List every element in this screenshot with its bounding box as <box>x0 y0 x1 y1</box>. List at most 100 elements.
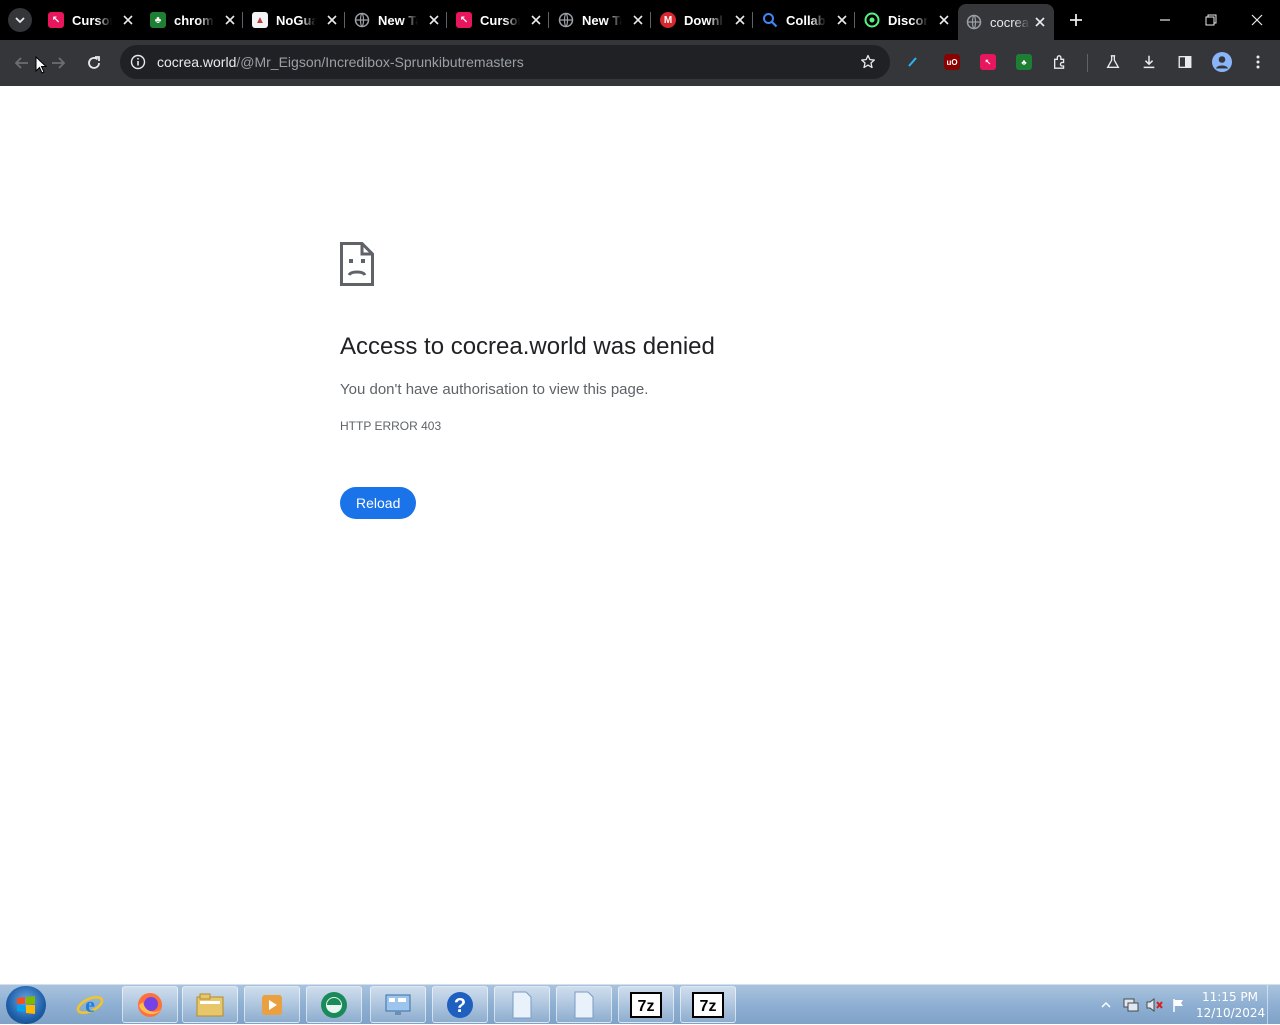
action-center-flag-icon[interactable] <box>1171 997 1187 1013</box>
document-icon <box>512 991 532 1018</box>
profile-avatar-icon[interactable] <box>1212 52 1232 72</box>
tab-cocrea-active[interactable]: cocrea.world <box>958 4 1054 40</box>
plus-icon <box>1070 14 1082 26</box>
start-button[interactable] <box>6 986 46 1024</box>
arrow-right-icon <box>52 57 66 69</box>
tab-download[interactable]: M Download <box>652 4 754 36</box>
reload-button[interactable]: Reload <box>340 487 417 519</box>
show-desktop-button[interactable] <box>1267 985 1280 1025</box>
reload-toolbar-button[interactable] <box>82 51 106 75</box>
chevron-down-icon <box>15 17 25 24</box>
puzzle-favicon-icon: ♣ <box>150 12 166 28</box>
volume-muted-icon[interactable] <box>1145 997 1165 1013</box>
tray-expand-icon[interactable] <box>1101 1001 1111 1009</box>
forward-button[interactable] <box>46 51 70 75</box>
close-icon[interactable] <box>936 12 952 28</box>
info-icon[interactable] <box>130 54 146 70</box>
tab-cursor-2[interactable]: ↖ Cursor <box>448 4 550 36</box>
tab-title: Download <box>684 12 724 28</box>
close-icon[interactable] <box>630 12 646 28</box>
help-icon: ? <box>447 991 473 1018</box>
taskbar-7zip-2[interactable]: 7z <box>680 986 736 1023</box>
windows-taskbar: e ? 7z 7z 11:15 PM 12/10/2024 <box>0 984 1280 1025</box>
firefox-icon <box>138 992 162 1017</box>
tab-cursor-1[interactable]: ↖ Cursor <box>40 4 142 36</box>
close-icon[interactable] <box>834 12 850 28</box>
cursor-extension-icon[interactable]: ↖ <box>980 54 996 70</box>
url-path: /@Mr_Eigson/Incredibox-Sprunkibutremaste… <box>236 54 524 70</box>
arrow-left-icon <box>14 57 28 69</box>
taskbar-media-player[interactable] <box>244 986 300 1023</box>
ublock-extension-icon[interactable]: uO <box>944 54 960 70</box>
document-icon <box>574 991 594 1018</box>
tab-strip: ↖ Cursor ♣ chrome ▲ NoGuardian New Tab ↖… <box>0 0 1280 40</box>
tab-chrome[interactable]: ♣ chrome <box>142 4 244 36</box>
extensions-icon[interactable] <box>1052 54 1068 70</box>
7zip-icon: 7z <box>692 991 724 1018</box>
close-icon[interactable] <box>324 12 340 28</box>
back-button[interactable] <box>10 51 34 75</box>
puzzle-green-extension-icon[interactable]: ♣ <box>1016 54 1032 70</box>
tab-title: Discord <box>888 12 928 28</box>
taskbar-firefox[interactable] <box>122 986 178 1023</box>
discord-favicon-icon <box>864 12 880 28</box>
url-host: cocrea.world <box>157 54 237 70</box>
labs-flask-icon[interactable] <box>1105 54 1121 70</box>
browser-app-icon <box>321 991 347 1018</box>
tab-noguardian[interactable]: ▲ NoGuardian <box>244 4 346 36</box>
taskbar-7zip-1[interactable]: 7z <box>618 986 674 1023</box>
taskbar-document-2[interactable] <box>556 986 612 1023</box>
tab-separator <box>752 12 753 28</box>
folder-icon <box>196 993 224 1016</box>
tab-title: Cursor <box>480 12 520 28</box>
close-icon[interactable] <box>120 12 136 28</box>
address-bar[interactable]: cocrea.world/@Mr_Eigson/Incredibox-Sprun… <box>120 45 890 79</box>
system-clock[interactable]: 11:15 PM 12/10/2024 <box>1196 989 1266 1021</box>
toolbar-divider <box>1087 54 1088 72</box>
star-icon[interactable] <box>860 54 876 70</box>
taskbar-chrome-app[interactable] <box>306 986 362 1023</box>
tab-new-tab-2[interactable]: New Tab <box>550 4 652 36</box>
pen-extension-icon[interactable] <box>905 54 921 70</box>
globe-favicon-icon <box>966 14 982 30</box>
svg-text:7z: 7z <box>638 998 655 1015</box>
tab-title: cocrea.world <box>990 14 1030 30</box>
tab-search-button[interactable] <box>8 8 32 32</box>
cursor-favicon-icon: ↖ <box>456 12 472 28</box>
more-menu-icon[interactable] <box>1250 54 1266 70</box>
close-icon[interactable] <box>426 12 442 28</box>
clock-time: 11:15 PM <box>1202 990 1258 1004</box>
taskbar-help[interactable]: ? <box>432 986 488 1023</box>
close-icon[interactable] <box>1032 14 1048 30</box>
tab-new-tab-1[interactable]: New Tab <box>346 4 448 36</box>
error-page: Access to cocrea.world was denied You do… <box>0 86 1280 984</box>
side-panel-icon[interactable] <box>1177 54 1193 70</box>
error-description: You don't have authorisation to view thi… <box>340 381 649 398</box>
close-icon[interactable] <box>732 12 748 28</box>
tab-discord[interactable]: Discord <box>856 4 958 36</box>
tab-title: chrome <box>174 12 214 28</box>
taskbar-document-1[interactable] <box>494 986 550 1023</box>
svg-text:e: e <box>85 992 95 1017</box>
tab-separator <box>344 12 345 28</box>
tab-collab[interactable]: Collab <box>754 4 856 36</box>
taskbar-control-panel[interactable] <box>370 986 426 1023</box>
taskbar-file-explorer[interactable] <box>182 986 238 1023</box>
network-icon[interactable] <box>1122 997 1140 1013</box>
tab-separator <box>854 12 855 28</box>
noguardian-favicon-icon: ▲ <box>252 12 268 28</box>
new-tab-button[interactable] <box>1064 8 1088 32</box>
clock-date: 12/10/2024 <box>1196 1006 1266 1020</box>
reload-icon <box>88 56 100 69</box>
sad-file-icon <box>340 242 374 286</box>
taskbar-internet-explorer[interactable]: e <box>62 986 118 1023</box>
tab-separator <box>548 12 549 28</box>
close-window-button[interactable] <box>1234 0 1280 40</box>
close-icon[interactable] <box>222 12 238 28</box>
close-icon[interactable] <box>528 12 544 28</box>
restore-button[interactable] <box>1188 0 1234 40</box>
download-icon[interactable] <box>1141 54 1157 70</box>
minimize-button[interactable] <box>1142 0 1188 40</box>
restore-icon <box>1205 14 1217 26</box>
tab-title: New Tab <box>378 12 418 28</box>
